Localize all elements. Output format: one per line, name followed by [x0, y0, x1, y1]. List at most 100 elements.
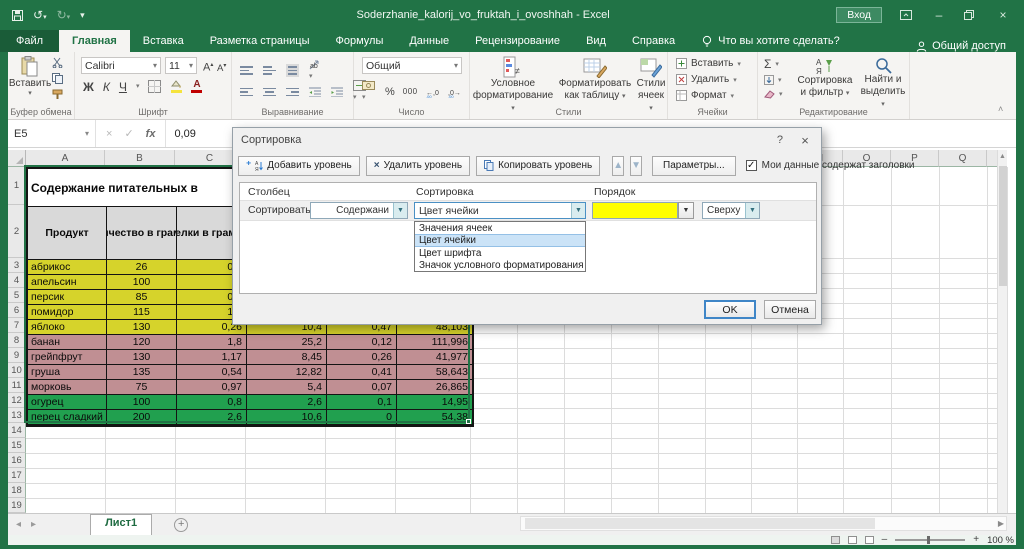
- table-cell[interactable]: 54,38: [397, 410, 472, 425]
- table-cell[interactable]: перец сладкий: [28, 410, 107, 425]
- cancel-button[interactable]: Отмена: [764, 300, 816, 319]
- zoom-slider-handle[interactable]: [927, 536, 930, 544]
- table-cell[interactable]: 2,6: [177, 410, 247, 425]
- table-cell[interactable]: 10,6: [247, 410, 327, 425]
- scroll-right-icon[interactable]: ▶: [998, 519, 1004, 528]
- table-cell[interactable]: 12,82: [247, 365, 327, 380]
- move-level-down-button[interactable]: ▼: [630, 156, 642, 176]
- number-format-combo[interactable]: Общий▾: [362, 57, 462, 74]
- row-header[interactable]: 8: [8, 333, 26, 348]
- table-cell[interactable]: апельсин: [28, 275, 107, 290]
- new-sheet-button[interactable]: +: [174, 518, 188, 532]
- table-cell[interactable]: 0,12: [327, 335, 397, 350]
- row-header[interactable]: 16: [8, 453, 26, 468]
- format-cells-button[interactable]: Формат▾: [676, 90, 741, 101]
- headers-checkbox[interactable]: ✓ Мои данные содержат заголовки: [746, 160, 915, 171]
- align-middle-icon[interactable]: [263, 66, 276, 75]
- table-cell[interactable]: 0,1: [327, 395, 397, 410]
- table-cell[interactable]: 115: [107, 305, 177, 320]
- table-cell[interactable]: банан: [28, 335, 107, 350]
- row-header[interactable]: 19: [8, 498, 26, 513]
- sort-filter-button[interactable]: АЯ Сортировка и фильтр ▾: [794, 57, 856, 99]
- underline-button[interactable]: Ч: [119, 81, 127, 93]
- comma-style-icon[interactable]: 000: [403, 86, 418, 98]
- row-header[interactable]: 15: [8, 438, 26, 453]
- table-cell[interactable]: помидор: [28, 305, 107, 320]
- table-cell[interactable]: 75: [107, 380, 177, 395]
- table-cell[interactable]: 5,4: [247, 380, 327, 395]
- save-icon[interactable]: [12, 10, 23, 21]
- table-cell[interactable]: 0,07: [327, 380, 397, 395]
- autosum-button[interactable]: Σ▾: [764, 57, 783, 71]
- zoom-level[interactable]: 100 %: [987, 535, 1014, 546]
- row-header[interactable]: 4: [8, 273, 26, 288]
- align-bottom-icon[interactable]: [286, 64, 299, 77]
- redo-icon[interactable]: ↻▾: [57, 9, 71, 21]
- options-button[interactable]: Параметры...: [652, 156, 736, 176]
- order-color-swatch[interactable]: [592, 202, 678, 219]
- copy-level-button[interactable]: Копировать уровень: [476, 156, 600, 176]
- decrease-decimal-icon[interactable]: ,0→.00: [448, 87, 462, 98]
- column-header[interactable]: B: [105, 150, 175, 167]
- table-cell[interactable]: 1,8: [177, 335, 247, 350]
- table-cell[interactable]: 1,17: [177, 350, 247, 365]
- tab-формулы[interactable]: Формулы: [322, 30, 396, 52]
- table-cell[interactable]: 2,6: [247, 395, 327, 410]
- row-header[interactable]: 11: [8, 378, 26, 393]
- column-header[interactable]: Q: [939, 150, 987, 167]
- clear-button[interactable]: ▾: [764, 89, 783, 99]
- borders-icon[interactable]: [148, 80, 161, 93]
- row-header[interactable]: 10: [8, 363, 26, 378]
- zoom-out-icon[interactable]: –: [882, 536, 888, 544]
- row-header[interactable]: 2: [8, 205, 26, 258]
- format-painter-icon[interactable]: [52, 89, 63, 100]
- collapse-ribbon-icon[interactable]: ˄: [998, 104, 1003, 114]
- page-break-view-icon[interactable]: [865, 536, 874, 544]
- table-cell[interactable]: 0,26: [327, 350, 397, 365]
- row-header[interactable]: 5: [8, 288, 26, 303]
- next-sheet-icon[interactable]: ▸: [31, 519, 36, 530]
- delete-cells-button[interactable]: Удалить▾: [676, 74, 741, 85]
- table-cell[interactable]: 0: [327, 410, 397, 425]
- table-cell[interactable]: 41,977: [397, 350, 472, 365]
- row-header[interactable]: 7: [8, 318, 26, 333]
- order-color-dropdown-button[interactable]: ▼: [678, 202, 694, 219]
- move-level-up-button[interactable]: ▲: [612, 156, 624, 176]
- paste-button[interactable]: Вставить ▾: [12, 56, 48, 98]
- minimize-icon[interactable]: –: [932, 8, 946, 22]
- font-name-combo[interactable]: Calibri▾: [81, 57, 161, 74]
- cancel-entry-icon[interactable]: ×: [106, 128, 112, 140]
- sort-by-column-combo[interactable]: Содержани ▼: [310, 202, 408, 219]
- table-cell[interactable]: морковь: [28, 380, 107, 395]
- accounting-format-icon[interactable]: ▾: [362, 80, 377, 104]
- font-color-icon[interactable]: А: [191, 80, 202, 93]
- insert-function-icon[interactable]: fx: [146, 128, 156, 140]
- underline-arrow[interactable]: ▾: [136, 81, 140, 93]
- tab-главная[interactable]: Главная: [59, 30, 130, 52]
- table-cell[interactable]: 58,643: [397, 365, 472, 380]
- tab-вид[interactable]: Вид: [573, 30, 619, 52]
- close-icon[interactable]: ×: [996, 8, 1010, 22]
- sort-on-combo[interactable]: Цвет ячейки ▼: [414, 202, 586, 219]
- find-select-button[interactable]: Найти и выделить ▾: [858, 57, 908, 110]
- restore-icon[interactable]: [964, 10, 978, 20]
- row-header[interactable]: 18: [8, 483, 26, 498]
- zoom-in-icon[interactable]: +: [973, 536, 979, 544]
- vertical-scrollbar[interactable]: ▲: [997, 150, 1007, 513]
- horizontal-scrollbar[interactable]: ▶: [520, 516, 1007, 531]
- tab-вставка[interactable]: Вставка: [130, 30, 197, 52]
- row-header[interactable]: 9: [8, 348, 26, 363]
- delete-level-button[interactable]: ×Удалить уровень: [366, 156, 470, 176]
- table-cell[interactable]: 85: [107, 290, 177, 305]
- table-cell[interactable]: яблоко: [28, 320, 107, 335]
- row-header[interactable]: 1: [8, 167, 26, 205]
- row-header[interactable]: 6: [8, 303, 26, 318]
- align-right-icon[interactable]: [286, 88, 299, 97]
- table-cell[interactable]: 0,54: [177, 365, 247, 380]
- normal-view-icon[interactable]: [831, 536, 840, 544]
- table-cell[interactable]: 26: [107, 260, 177, 275]
- tab-разметка-страницы[interactable]: Разметка страницы: [197, 30, 323, 52]
- insert-cells-button[interactable]: Вставить▾: [676, 58, 741, 69]
- add-level-button[interactable]: ⁺АЯДобавить уровень: [238, 156, 360, 176]
- table-cell[interactable]: абрикос: [28, 260, 107, 275]
